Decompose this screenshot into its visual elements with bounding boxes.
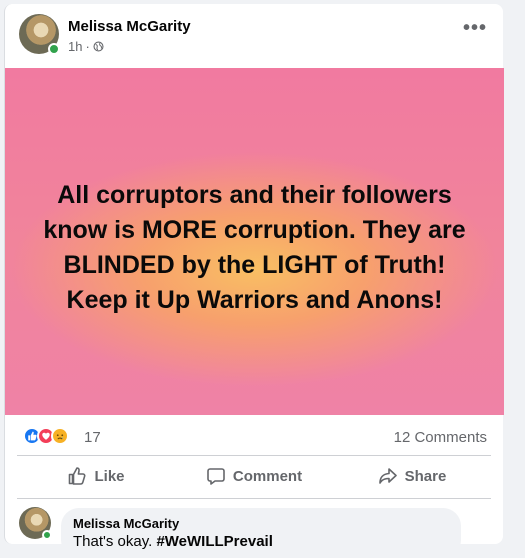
share-label: Share <box>404 467 447 485</box>
comment-author[interactable]: Melissa McGarity <box>73 516 449 531</box>
author-name[interactable]: Melissa McGarity <box>68 18 191 35</box>
reactions-bar: 17 12 Comments <box>5 416 503 456</box>
post-text: All corruptors and their followers know … <box>43 180 466 314</box>
comment-text: That's okay. #WeWILLPrevail <box>73 533 449 550</box>
post-actions: Like Comment Share <box>17 456 491 496</box>
meta-separator: · <box>85 39 90 54</box>
comment-bubble: Melissa McGarity That's okay. #WeWILLPre… <box>61 508 461 558</box>
like-label: Like <box>94 467 125 485</box>
divider <box>17 498 491 499</box>
post-card: Melissa McGarity 1h · ••• All corruptors… <box>4 4 504 558</box>
thumbs-up-icon <box>69 467 86 485</box>
online-status-dot <box>48 43 60 55</box>
comments-count[interactable]: 12 Comments <box>394 429 487 446</box>
like-button[interactable]: Like <box>17 456 175 496</box>
more-options-button[interactable]: ••• <box>463 18 487 38</box>
comment-button[interactable]: Comment <box>175 456 333 496</box>
post-time[interactable]: 1h <box>68 39 82 54</box>
post-background-banner: All corruptors and their followers know … <box>5 68 504 415</box>
globe-icon[interactable] <box>93 41 104 52</box>
comment-text-plain: That's okay. <box>73 533 157 550</box>
post-meta: 1h · <box>68 39 104 54</box>
share-arrow-icon <box>378 468 397 484</box>
reaction-icons[interactable] <box>23 427 69 445</box>
post-header: Melissa McGarity 1h · ••• <box>5 4 503 66</box>
reaction-count[interactable]: 17 <box>84 429 101 446</box>
commenter-online-dot <box>42 530 52 540</box>
comment-hashtag[interactable]: #WeWILLPrevail <box>156 533 272 550</box>
sad-reaction-icon <box>51 427 69 445</box>
comment-bubble-icon <box>207 468 225 485</box>
share-button[interactable]: Share <box>333 456 491 496</box>
comment-label: Comment <box>232 467 303 485</box>
